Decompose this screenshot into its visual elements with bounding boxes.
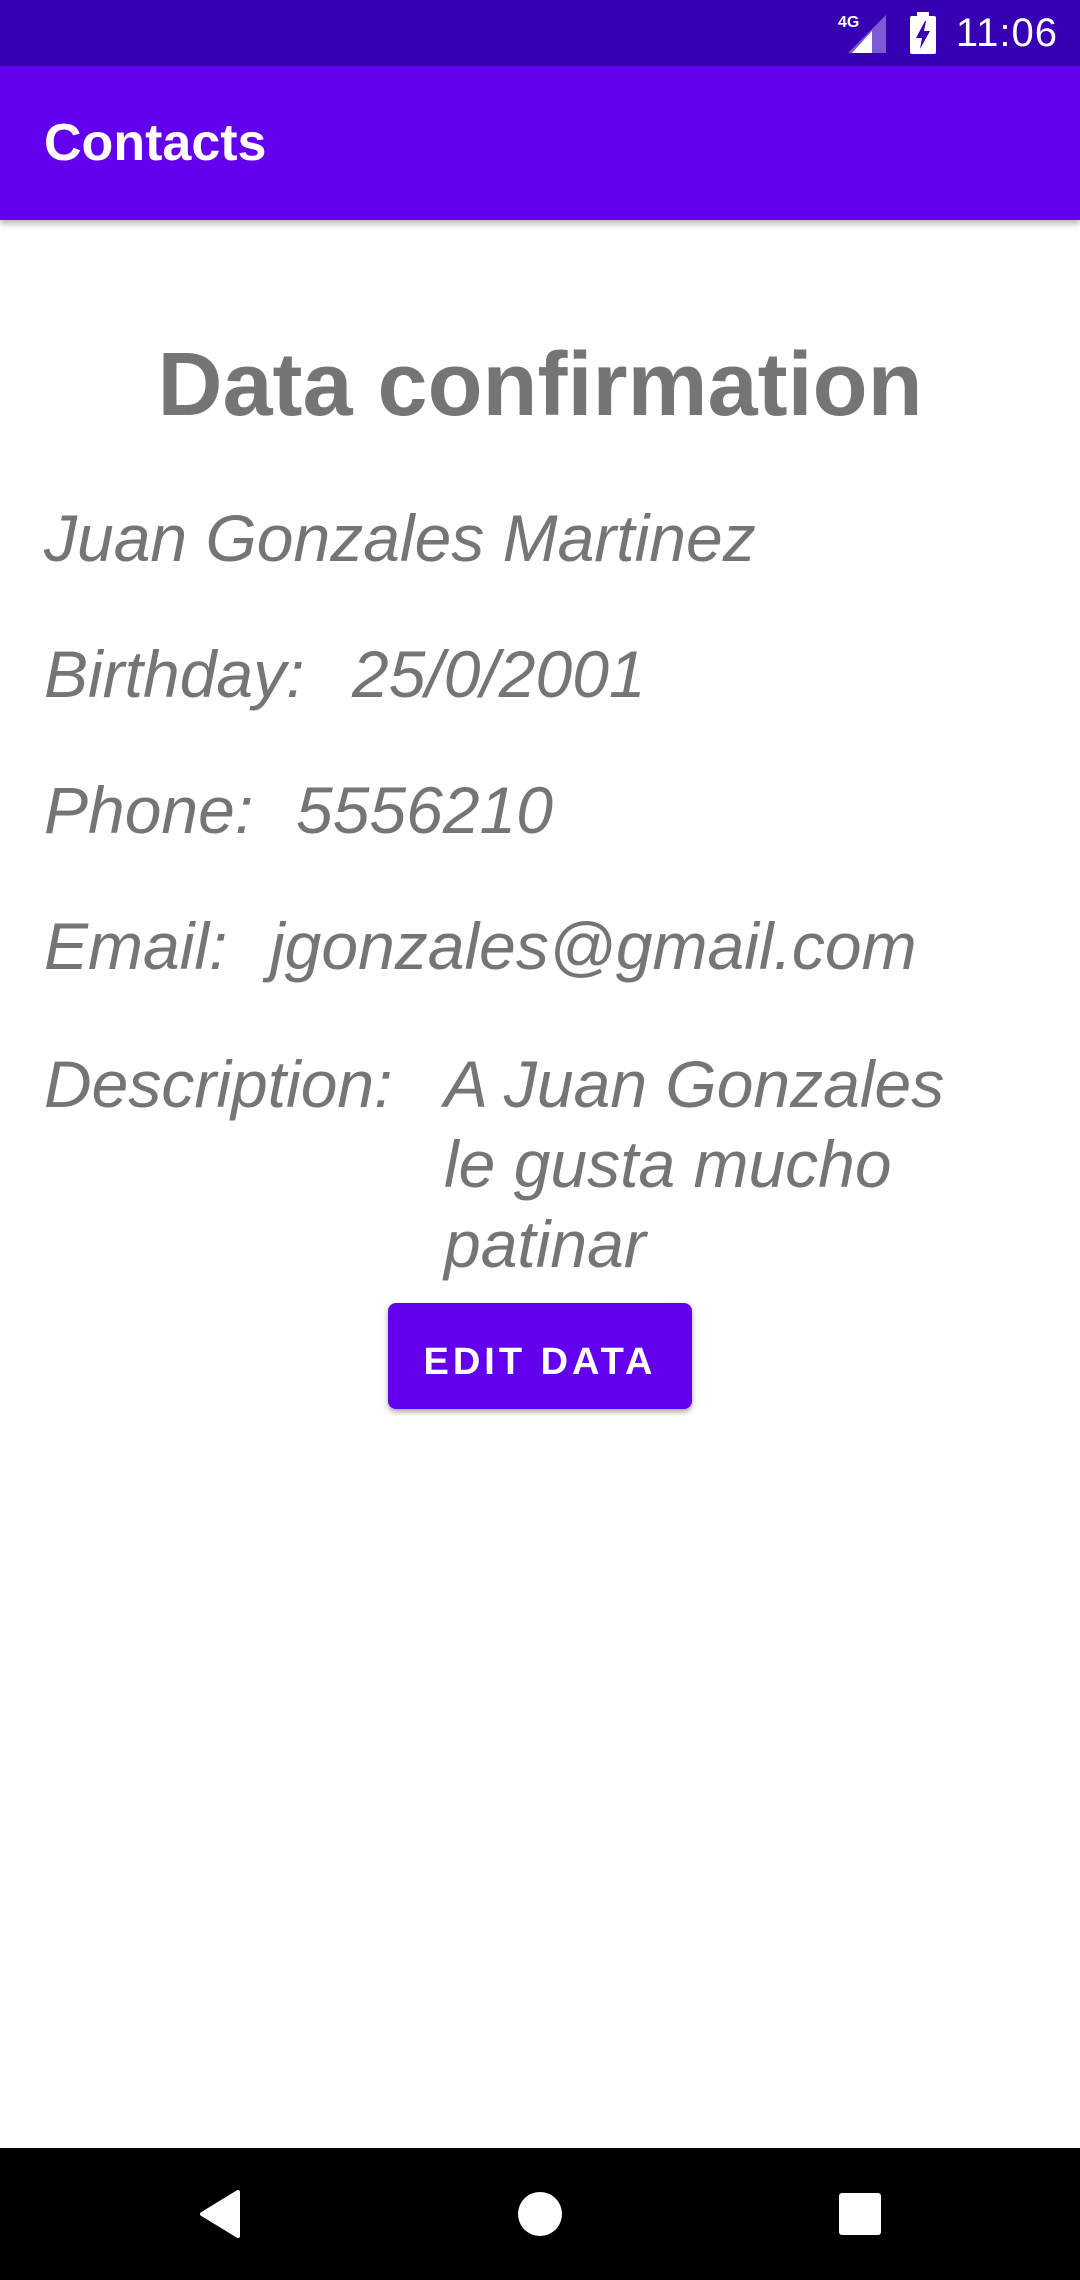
phone-label: Phone: bbox=[44, 773, 254, 847]
description-value: A Juan Gonzales le gusta mucho patinar bbox=[444, 1047, 945, 1281]
phone-value: 5556210 bbox=[296, 773, 553, 847]
edit-data-button[interactable]: EDIT DATA bbox=[388, 1303, 692, 1409]
signal-icon: 4G bbox=[838, 14, 886, 53]
home-icon bbox=[518, 2192, 562, 2236]
recents-icon bbox=[839, 2193, 881, 2235]
birthday-value: 25/0/2001 bbox=[352, 637, 646, 711]
network-type: 4G bbox=[838, 14, 859, 31]
app-bar: Contacts bbox=[0, 66, 1080, 220]
status-time: 11:06 bbox=[955, 10, 1058, 55]
status-icons: 4G 11:06 bbox=[838, 0, 1058, 66]
back-button[interactable] bbox=[160, 2148, 280, 2280]
description-label: Description: bbox=[44, 1047, 393, 1121]
recents-button[interactable] bbox=[800, 2148, 920, 2280]
navigation-bar bbox=[0, 2148, 1080, 2280]
back-icon bbox=[200, 2190, 240, 2238]
contact-name: Juan Gonzales Martinez bbox=[44, 501, 756, 575]
battery-charging-icon bbox=[909, 12, 936, 54]
status-bar: 4G 11:06 bbox=[0, 0, 1080, 66]
page-title: Data confirmation bbox=[157, 335, 923, 435]
app-title: Contacts bbox=[44, 114, 267, 172]
email-value: jgonzales@gmail.com bbox=[270, 909, 917, 983]
birthday-label: Birthday: bbox=[44, 637, 305, 711]
email-label: Email: bbox=[44, 909, 228, 983]
home-button[interactable] bbox=[480, 2148, 600, 2280]
